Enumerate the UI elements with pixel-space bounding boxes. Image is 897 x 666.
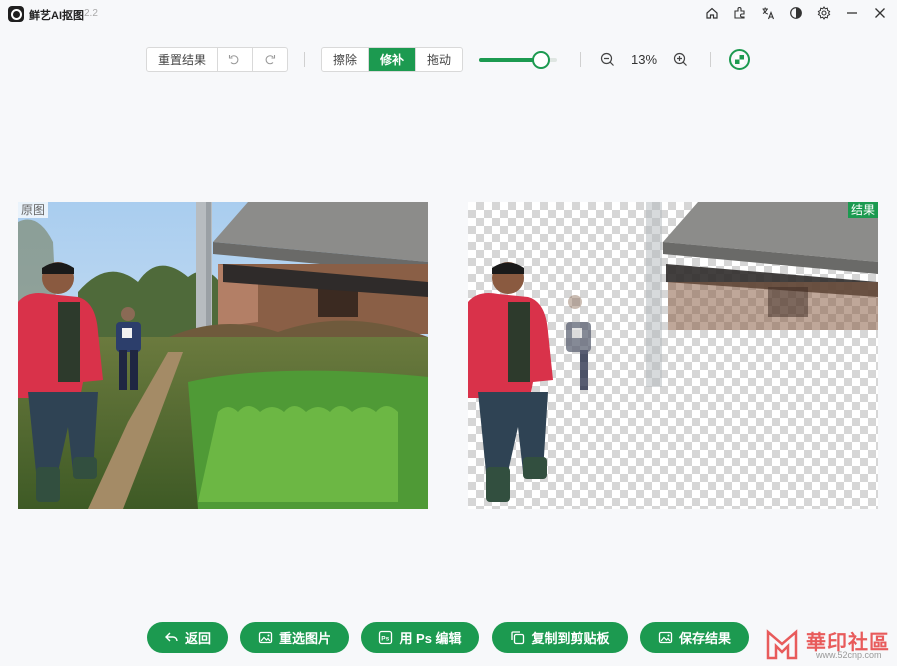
toolbar-divider bbox=[710, 52, 711, 67]
copy-icon bbox=[511, 631, 525, 645]
zoom-in-icon[interactable] bbox=[672, 51, 689, 68]
mode-drag-button[interactable]: 拖动 bbox=[416, 48, 462, 71]
reselect-image-label: 重选图片 bbox=[278, 631, 331, 646]
app-name: 鲜艺AI抠图 bbox=[29, 10, 84, 22]
edit-in-ps-button[interactable]: Ps 用 Ps 编辑 bbox=[361, 622, 479, 653]
brush-size-slider[interactable] bbox=[479, 51, 557, 69]
save-result-button[interactable]: 保存结果 bbox=[640, 622, 749, 653]
reset-button[interactable]: 重置结果 bbox=[147, 48, 218, 71]
back-button[interactable]: 返回 bbox=[147, 622, 228, 653]
translate-icon[interactable] bbox=[759, 4, 777, 22]
mode-erase-button[interactable]: 擦除 bbox=[322, 48, 369, 71]
image-icon bbox=[258, 631, 273, 644]
mode-repair-button[interactable]: 修补 bbox=[369, 48, 416, 71]
result-image-panel: 结果 bbox=[468, 202, 878, 509]
edit-toolbar: 重置结果 擦除 修补 拖动 13% bbox=[0, 47, 897, 73]
ps-icon: Ps bbox=[379, 630, 393, 645]
home-icon[interactable] bbox=[703, 4, 721, 22]
copy-to-clipboard-label: 复制到剪贴板 bbox=[531, 631, 610, 646]
back-icon bbox=[164, 632, 178, 642]
redo-icon[interactable] bbox=[253, 48, 288, 71]
back-button-label: 返回 bbox=[184, 631, 211, 646]
checkerboard-icon[interactable] bbox=[729, 49, 750, 70]
title-bar: 鲜艺AI抠图 2.2 bbox=[0, 0, 897, 26]
original-photo bbox=[18, 202, 428, 509]
result-tag: 结果 bbox=[847, 202, 878, 218]
reselect-image-button[interactable]: 重选图片 bbox=[240, 622, 349, 653]
zoom-level: 13% bbox=[630, 52, 658, 67]
minimize-icon[interactable] bbox=[843, 4, 861, 22]
toolbar-divider bbox=[580, 52, 581, 67]
mode-group: 擦除 修补 拖动 bbox=[321, 47, 463, 72]
toolbar-divider bbox=[304, 52, 305, 67]
original-tag: 原图 bbox=[18, 202, 49, 218]
plugin-icon[interactable] bbox=[731, 4, 749, 22]
theme-icon[interactable] bbox=[787, 4, 805, 22]
watermark-url: www.52cnp.com bbox=[816, 650, 882, 660]
brush-size-thumb[interactable] bbox=[532, 51, 551, 69]
save-image-icon bbox=[658, 631, 673, 644]
copy-to-clipboard-button[interactable]: 复制到剪贴板 bbox=[492, 622, 628, 653]
svg-text:Ps: Ps bbox=[382, 636, 390, 643]
app-version: 2.2 bbox=[84, 8, 98, 19]
result-cutout bbox=[468, 202, 878, 502]
close-icon[interactable] bbox=[871, 4, 889, 22]
watermark-logo bbox=[766, 629, 798, 660]
save-result-label: 保存结果 bbox=[678, 631, 731, 646]
edit-in-ps-label: 用 Ps 编辑 bbox=[399, 631, 462, 646]
zoom-out-icon[interactable] bbox=[599, 51, 616, 68]
app-logo bbox=[8, 6, 24, 22]
undo-icon[interactable] bbox=[218, 48, 253, 71]
history-group: 重置结果 bbox=[146, 47, 288, 72]
original-image-panel: 原图 bbox=[18, 202, 428, 509]
settings-icon[interactable] bbox=[815, 4, 833, 22]
site-watermark: 華印社區 www.52cnp.com bbox=[760, 626, 895, 664]
